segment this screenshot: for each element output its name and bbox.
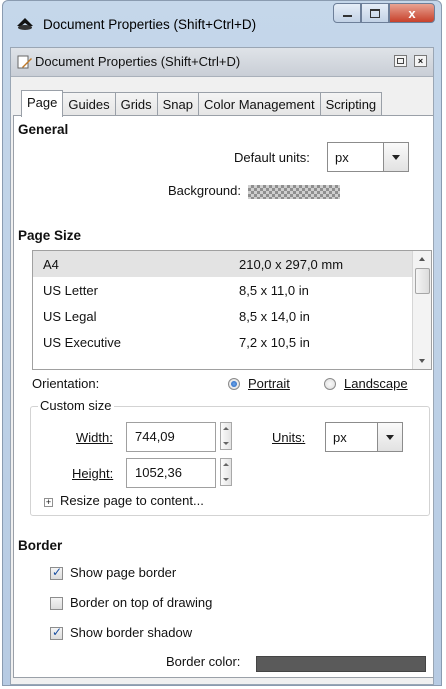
custom-size-legend: Custom size	[38, 398, 114, 413]
tab-color-management[interactable]: Color Management	[198, 92, 321, 117]
units-value: px	[333, 430, 347, 445]
dock-restore-button[interactable]	[394, 55, 407, 67]
list-item[interactable]: US Executive 7,2 x 10,5 in	[33, 329, 413, 355]
scroll-thumb[interactable]	[415, 268, 430, 294]
dock-title: Document Properties (Shift+Ctrl+D)	[35, 54, 241, 69]
maximize-icon	[370, 8, 380, 18]
border-color-swatch[interactable]	[256, 656, 426, 672]
expander-plus-icon[interactable]: +	[44, 498, 53, 507]
tab-page[interactable]: Page	[21, 90, 64, 117]
list-item[interactable]: A4 210,0 x 297,0 mm	[33, 251, 413, 277]
page-size-name: US Letter	[43, 283, 98, 298]
height-label: Height:	[72, 466, 114, 481]
tab-bar: Page Guides Grids Snap Color Management …	[21, 90, 433, 117]
page-size-dims: 8,5 x 14,0 in	[239, 309, 310, 324]
border-on-top-label[interactable]: Border on top of drawing	[70, 595, 212, 610]
tab-grids[interactable]: Grids	[114, 92, 158, 117]
tab-guides[interactable]: Guides	[62, 92, 116, 117]
height-input[interactable]: 1052,36	[126, 458, 216, 488]
width-label: Width:	[76, 430, 113, 445]
dialog-client-area: Document Properties (Shift+Ctrl+D) × Pag…	[10, 47, 434, 685]
dialog-window: Document Properties (Shift+Ctrl+D) x Doc…	[2, 0, 442, 686]
page-size-heading: Page Size	[18, 228, 82, 243]
units-select[interactable]: px	[325, 422, 403, 452]
minimize-icon	[342, 15, 352, 17]
height-value: 1052,36	[135, 465, 182, 480]
scroll-down-icon[interactable]	[413, 353, 431, 369]
border-color-label: Border color:	[166, 654, 241, 669]
page-size-name: A4	[43, 257, 59, 272]
landscape-radio[interactable]	[324, 378, 336, 390]
chevron-down-icon[interactable]	[377, 423, 402, 451]
close-icon: x	[408, 5, 416, 21]
page-size-dims: 7,2 x 10,5 in	[239, 335, 310, 350]
dock-close-button[interactable]: ×	[414, 55, 427, 67]
show-border-shadow-checkbox[interactable]	[50, 625, 63, 640]
general-heading: General	[18, 122, 69, 137]
units-label: Units:	[272, 430, 306, 445]
page-size-name: US Executive	[43, 335, 122, 350]
dock-title-bar[interactable]: Document Properties (Shift+Ctrl+D) ×	[11, 48, 433, 77]
maximize-button[interactable]	[361, 3, 389, 23]
width-input[interactable]: 744,09	[126, 422, 216, 452]
default-units-label: Default units:	[234, 150, 310, 165]
close-button[interactable]: x	[389, 3, 435, 23]
document-properties-icon	[17, 55, 32, 69]
inkscape-logo-icon	[17, 18, 33, 30]
list-item[interactable]: US Legal 8,5 x 14,0 in	[33, 303, 413, 329]
window-title: Document Properties (Shift+Ctrl+D)	[43, 17, 257, 32]
background-color-swatch[interactable]	[248, 185, 340, 199]
page-size-dims: 210,0 x 297,0 mm	[239, 257, 344, 272]
width-value: 744,09	[135, 429, 175, 444]
list-item[interactable]: US Letter 8,5 x 11,0 in	[33, 277, 413, 303]
page-size-scrollbar[interactable]	[412, 251, 431, 369]
minimize-button[interactable]	[333, 3, 361, 23]
resize-to-content-label[interactable]: Resize page to content...	[60, 493, 204, 508]
orientation-label: Orientation:	[32, 376, 100, 391]
window-controls: x	[333, 3, 435, 25]
page-size-name: US Legal	[43, 309, 97, 324]
tab-scripting[interactable]: Scripting	[319, 92, 383, 117]
background-label: Background:	[168, 183, 241, 198]
height-stepper[interactable]	[220, 458, 232, 486]
page-tab-panel: General Default units: px Background: Pa…	[13, 115, 433, 678]
scroll-up-icon[interactable]	[413, 251, 431, 267]
dock-close-icon: ×	[417, 56, 424, 66]
portrait-label[interactable]: Portrait	[248, 376, 290, 391]
border-heading: Border	[18, 538, 63, 553]
width-stepper[interactable]	[220, 422, 232, 450]
window-titlebar[interactable]: Document Properties (Shift+Ctrl+D) x	[3, 1, 441, 45]
default-units-select[interactable]: px	[327, 142, 409, 172]
border-on-top-checkbox[interactable]	[50, 597, 63, 610]
chevron-down-icon[interactable]	[383, 143, 408, 171]
tab-snap[interactable]: Snap	[156, 92, 200, 117]
landscape-label[interactable]: Landscape	[344, 376, 408, 391]
dock-restore-icon	[397, 58, 404, 64]
show-border-shadow-label[interactable]: Show border shadow	[70, 625, 192, 640]
page-size-list[interactable]: A4 210,0 x 297,0 mm US Letter 8,5 x 11,0…	[32, 250, 432, 370]
page-size-dims: 8,5 x 11,0 in	[239, 283, 309, 298]
show-page-border-checkbox[interactable]	[50, 565, 63, 580]
portrait-radio[interactable]	[228, 378, 240, 390]
show-page-border-label[interactable]: Show page border	[70, 565, 176, 580]
default-units-value: px	[335, 150, 349, 165]
